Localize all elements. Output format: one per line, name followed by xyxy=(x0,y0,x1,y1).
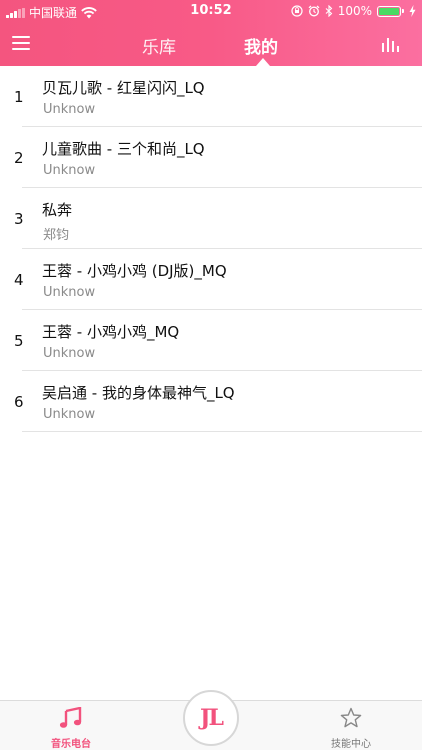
song-artist: Unknow xyxy=(43,285,96,300)
song-title: 贝瓦儿歌 - 红星闪闪_LQ xyxy=(42,79,205,97)
song-index: 3 xyxy=(14,210,24,228)
charging-icon xyxy=(409,5,416,17)
alarm-icon xyxy=(308,5,320,17)
active-tab-indicator xyxy=(256,58,270,66)
song-row[interactable]: 3 私奔 郑钧 xyxy=(0,188,422,249)
equalizer-icon[interactable] xyxy=(382,36,404,52)
song-artist: Unknow xyxy=(43,407,96,422)
status-bar: 中国联通 10:52 100% xyxy=(0,0,422,22)
nav-skill-center-label: 技能中心 xyxy=(331,739,371,750)
song-index: 6 xyxy=(14,393,24,411)
music-note-icon xyxy=(59,706,82,728)
tab-library[interactable]: 乐库 xyxy=(142,33,176,58)
nav-music-radio-label: 音乐电台 xyxy=(51,739,91,750)
song-index: 2 xyxy=(14,149,24,167)
song-list: 1 贝瓦儿歌 - 红星闪闪_LQ Unknow 2 儿童歌曲 - 三个和尚_LQ… xyxy=(0,66,422,432)
menu-icon[interactable] xyxy=(12,36,30,52)
bluetooth-icon xyxy=(325,5,332,17)
song-title: 王蓉 - 小鸡小鸡_MQ xyxy=(42,323,180,341)
song-row[interactable]: 2 儿童歌曲 - 三个和尚_LQ Unknow xyxy=(0,127,422,188)
song-artist: Unknow xyxy=(43,163,96,178)
center-logo-button[interactable]: JL xyxy=(183,690,239,746)
nav-music-radio[interactable]: 音乐电台 xyxy=(26,706,116,750)
star-icon xyxy=(340,707,362,728)
logo-icon: JL xyxy=(200,705,224,731)
song-title: 儿童歌曲 - 三个和尚_LQ xyxy=(42,140,205,158)
song-artist: 郑钧 xyxy=(43,228,70,243)
song-row[interactable]: 5 王蓉 - 小鸡小鸡_MQ Unknow xyxy=(0,310,422,371)
app-header: 中国联通 10:52 100% 乐库 我的 xyxy=(0,0,422,66)
song-row[interactable]: 4 王蓉 - 小鸡小鸡 (DJ版)_MQ Unknow xyxy=(0,249,422,310)
song-row[interactable]: 1 贝瓦儿歌 - 红星闪闪_LQ Unknow xyxy=(0,66,422,127)
nav-skill-center[interactable]: 技能中心 xyxy=(306,707,396,750)
song-index: 5 xyxy=(14,332,24,350)
song-title: 私奔 xyxy=(42,201,73,219)
song-artist: Unknow xyxy=(43,102,96,117)
orientation-lock-icon xyxy=(291,5,303,17)
song-artist: Unknow xyxy=(43,346,96,361)
row-divider xyxy=(22,431,422,432)
song-index: 4 xyxy=(14,271,24,289)
song-row[interactable]: 6 吴启通 - 我的身体最神气_LQ Unknow xyxy=(0,371,422,432)
song-title: 吴启通 - 我的身体最神气_LQ xyxy=(42,384,235,402)
song-index: 1 xyxy=(14,88,24,106)
tab-mine[interactable]: 我的 xyxy=(244,33,278,58)
song-title: 王蓉 - 小鸡小鸡 (DJ版)_MQ xyxy=(42,262,227,280)
battery-icon xyxy=(377,5,404,17)
battery-percent: 100% xyxy=(337,4,372,18)
